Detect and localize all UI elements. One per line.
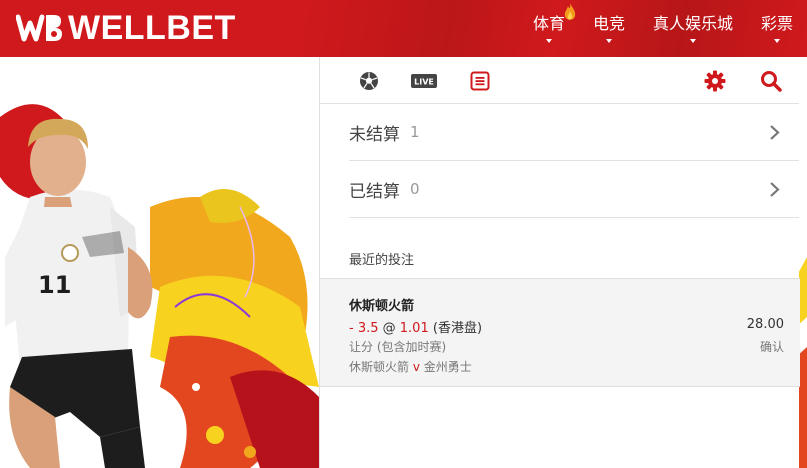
bet-at-sign: @ xyxy=(382,321,396,336)
settled-bets-row[interactable]: 已结算 0 xyxy=(349,161,799,218)
bet-panel: LIVE 未结算 1 已结算 0 最近的投注 休斯顿火箭 - 3.5 @ 1.0… xyxy=(319,57,800,468)
chevron-down-icon xyxy=(689,39,696,43)
soccer-ball-icon[interactable] xyxy=(357,69,381,93)
recent-bets-title: 最近的投注 xyxy=(349,253,415,268)
unsettled-count: 1 xyxy=(410,123,420,141)
betslip-icon[interactable] xyxy=(468,69,492,93)
chevron-right-icon xyxy=(770,125,780,140)
wellbet-logo[interactable]: WELLBET xyxy=(16,9,236,47)
bet-away-team: 金州勇士 xyxy=(423,360,472,374)
chevron-down-icon xyxy=(773,39,780,43)
bet-odds: 1.01 xyxy=(399,321,429,336)
bet-home-team: 休斯顿火箭 xyxy=(349,360,410,374)
settled-label: 已结算 xyxy=(349,181,400,202)
brand-name: WELLBET xyxy=(68,9,236,47)
main-nav: 体育 电竞 真人娱乐城 彩票 xyxy=(519,0,807,57)
bet-status: 确认 xyxy=(759,340,784,354)
nav-label-live-casino: 真人娱乐城 xyxy=(652,14,733,33)
nav-label-sports: 体育 xyxy=(532,14,565,33)
bet-selection-team: 休斯顿火箭 xyxy=(349,299,415,314)
nav-label-esports: 电竞 xyxy=(592,14,625,33)
recent-bet-card[interactable]: 休斯顿火箭 - 3.5 @ 1.01 (香港盘) 28.00 让分 (包含加时赛… xyxy=(320,278,800,387)
nav-item-sports[interactable]: 体育 xyxy=(519,0,579,57)
nav-item-esports[interactable]: 电竞 xyxy=(579,0,639,57)
chevron-down-icon xyxy=(545,39,552,43)
top-header: WELLBET 体育 电竞 真人娱乐城 彩票 xyxy=(0,0,807,57)
bet-odds-line: - 3.5 @ 1.01 (香港盘) xyxy=(349,317,482,336)
settings-gear-icon[interactable] xyxy=(703,69,727,93)
panel-toolbar: LIVE xyxy=(320,57,799,104)
gear-glyph xyxy=(704,70,726,92)
bet-match: 休斯顿火箭 v 金州勇士 xyxy=(349,358,472,375)
wellbet-logo-mark-icon xyxy=(16,14,62,42)
live-label: LIVE xyxy=(414,78,434,87)
bet-stake: 28.00 xyxy=(746,317,784,332)
svg-text:11: 11 xyxy=(38,271,71,299)
live-badge-glyph: LIVE xyxy=(411,74,437,88)
live-icon[interactable]: LIVE xyxy=(411,69,437,93)
chevron-right-icon xyxy=(770,182,780,197)
search-icon[interactable] xyxy=(759,69,783,93)
bet-handicap: - 3.5 xyxy=(349,321,379,336)
settled-count: 0 xyxy=(410,180,420,198)
football-player-illustration: 11 xyxy=(0,104,319,468)
bet-market: 让分 (包含加时赛) xyxy=(349,340,447,354)
nav-label-lottery: 彩票 xyxy=(760,14,793,33)
flame-hot-icon xyxy=(564,3,576,20)
betslip-glyph xyxy=(470,71,490,91)
bet-odds-type: (香港盘) xyxy=(432,321,483,336)
chevron-down-icon xyxy=(605,39,612,43)
promo-hero-image: 11 xyxy=(0,57,319,468)
unsettled-bets-row[interactable]: 未结算 1 xyxy=(349,104,799,161)
nav-item-lottery[interactable]: 彩票 xyxy=(747,0,807,57)
soccer-ball-glyph xyxy=(360,72,378,90)
bet-vs: v xyxy=(412,360,420,374)
magnifier-glyph xyxy=(761,71,782,92)
nav-item-live-casino[interactable]: 真人娱乐城 xyxy=(639,0,747,57)
unsettled-label: 未结算 xyxy=(349,124,400,145)
